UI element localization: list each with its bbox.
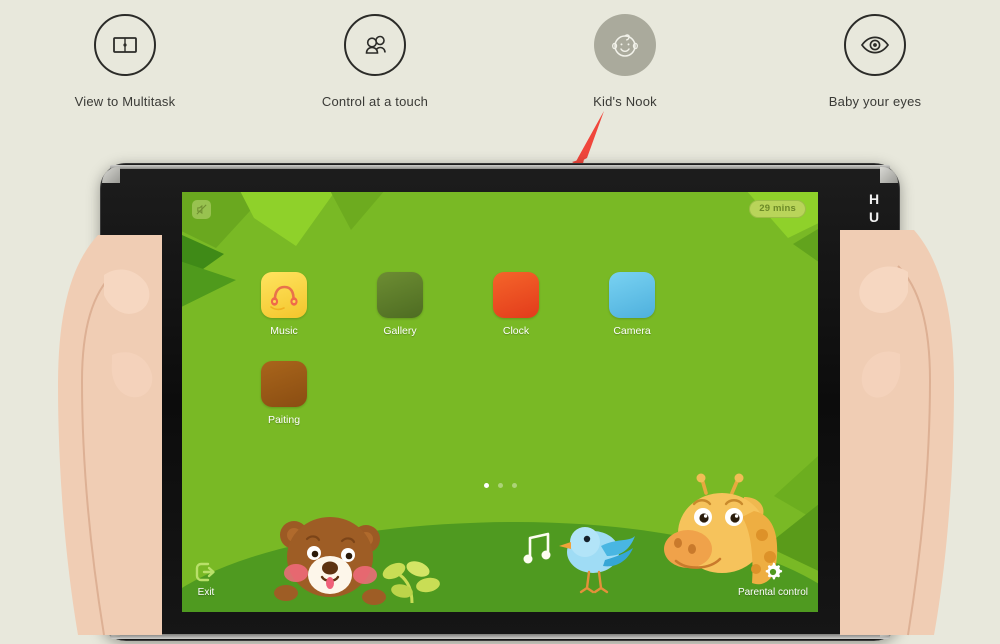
baby-face-icon xyxy=(612,34,638,57)
page-dot[interactable] xyxy=(497,483,503,488)
app-icon-tile xyxy=(261,272,307,318)
feature-strip: View to Multitask Control at a touch Kid… xyxy=(0,0,1000,150)
bear-character xyxy=(274,517,386,605)
feature-baby-your-eyes[interactable]: Baby your eyes xyxy=(770,14,980,109)
app-icon-tile xyxy=(609,272,655,318)
feature-kids-nook[interactable]: Kid's Nook xyxy=(520,14,730,109)
feature-icon-circle xyxy=(844,14,906,76)
app-icon-tile xyxy=(377,272,423,318)
tablet-corner-top-right xyxy=(880,167,898,183)
multi-user-icon xyxy=(365,35,386,54)
exit-arrow-icon xyxy=(195,562,215,582)
app-label: Paiting xyxy=(267,414,301,426)
app-label: Music xyxy=(270,325,298,337)
app-label: Gallery xyxy=(383,325,417,337)
page-dot-active[interactable] xyxy=(483,483,489,488)
app-music[interactable]: Music xyxy=(226,272,342,337)
app-label: Clock xyxy=(502,325,530,337)
app-painting[interactable]: Paiting xyxy=(226,361,342,426)
tablet-screen: 29 mins Music Gallery Clock Camera Paiti… xyxy=(182,192,818,612)
tablet-corner-top-left xyxy=(102,167,120,183)
feature-label: Control at a touch xyxy=(321,94,429,109)
feature-label: Baby your eyes xyxy=(828,94,922,109)
app-camera[interactable]: Camera xyxy=(574,272,690,337)
time-remaining-badge: 29 mins xyxy=(749,200,806,218)
parental-control-label: Parental control xyxy=(737,587,808,598)
music-note-decoration xyxy=(523,532,551,564)
gear-icon xyxy=(765,562,783,580)
tablet-device: HUAWEI 29 mins xyxy=(100,163,900,641)
feature-control-at-a-touch[interactable]: Control at a touch xyxy=(270,14,480,109)
feature-icon-circle xyxy=(594,14,656,76)
eye-icon xyxy=(860,36,890,54)
feature-label: View to Multitask xyxy=(74,94,176,109)
clover-plant xyxy=(382,561,440,604)
multitask-split-screen-icon xyxy=(113,37,137,53)
feature-label: Kid's Nook xyxy=(593,94,657,109)
app-row: Music Gallery Clock Camera xyxy=(182,272,818,337)
sound-off-icon xyxy=(192,200,211,219)
app-gallery[interactable]: Gallery xyxy=(342,272,458,337)
left-hand xyxy=(58,235,162,636)
app-icon-tile xyxy=(493,272,539,318)
app-label: Camera xyxy=(613,325,651,337)
page-dot[interactable] xyxy=(511,483,517,488)
app-grid: Music Gallery Clock Camera Paiting xyxy=(182,272,818,450)
tablet-bottom-edge xyxy=(110,634,890,639)
app-clock[interactable]: Clock xyxy=(458,272,574,337)
parental-control-button[interactable]: Parental control xyxy=(738,561,808,598)
exit-label: Exit xyxy=(197,587,215,598)
feature-icon-circle xyxy=(94,14,156,76)
right-hand xyxy=(840,230,954,636)
bird-character xyxy=(559,527,635,594)
exit-button[interactable]: Exit xyxy=(195,561,217,598)
feature-icon-circle xyxy=(344,14,406,76)
app-icon-tile xyxy=(261,361,307,407)
feature-view-to-multitask[interactable]: View to Multitask xyxy=(20,14,230,109)
app-row: Paiting xyxy=(182,361,818,426)
tablet-top-edge xyxy=(110,165,890,169)
